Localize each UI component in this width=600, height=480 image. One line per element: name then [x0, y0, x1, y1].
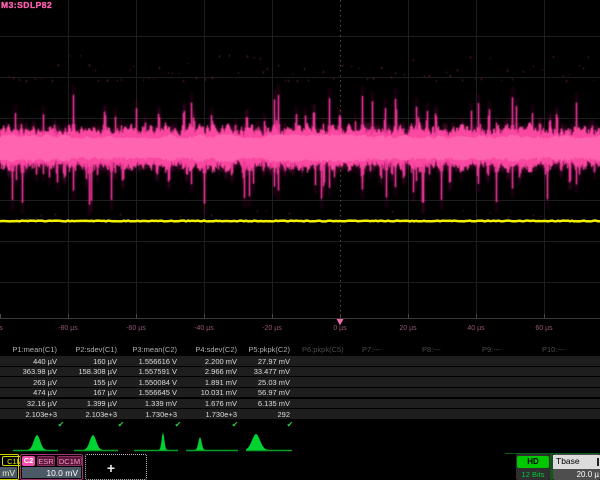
svg-text:-60 µs: -60 µs: [126, 325, 146, 332]
svg-text:60 µs: 60 µs: [535, 325, 553, 332]
svg-text:0 µs: 0 µs: [333, 325, 347, 332]
svg-text:40 µs: 40 µs: [467, 325, 485, 332]
svg-text:20 µs: 20 µs: [399, 325, 417, 332]
svg-text:-80 µs: -80 µs: [58, 325, 78, 332]
svg-text:-40 µs: -40 µs: [194, 325, 214, 332]
svg-text:-20 µs: -20 µs: [262, 325, 282, 332]
svg-text:M3:SDLP82: M3:SDLP82: [1, 0, 52, 10]
